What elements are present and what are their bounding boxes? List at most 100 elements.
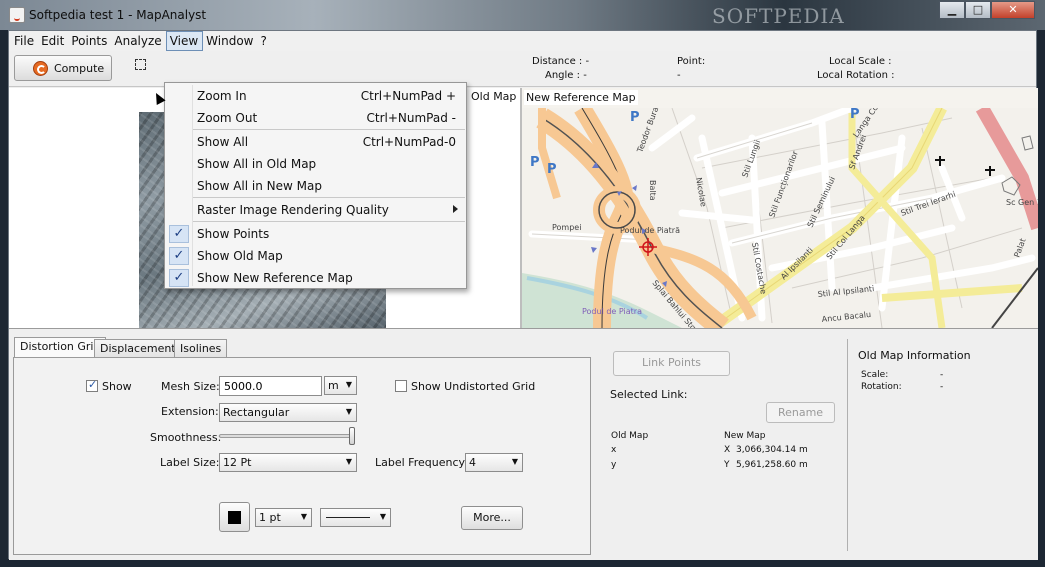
compute-icon	[33, 60, 48, 76]
bottom-panel: Distortion Grid Displacements Isolines S…	[9, 328, 1038, 560]
svg-text:P: P	[547, 162, 557, 177]
old-y-label: y	[611, 460, 617, 470]
label-size-select[interactable]: 12 Pt ▼	[219, 453, 357, 472]
tab-isolines[interactable]: Isolines	[174, 339, 228, 358]
menu-item-raster-quality[interactable]: Raster Image Rendering Quality	[166, 199, 465, 221]
local-scale-label: Local Scale :	[829, 56, 892, 67]
show-grid-checkbox[interactable]	[86, 378, 98, 392]
minimize-button[interactable]: ▁	[939, 1, 965, 19]
compute-label: Compute	[54, 61, 105, 75]
rotation-label: Rotation:	[861, 382, 902, 392]
more-options-button[interactable]: More...	[461, 506, 523, 530]
rotation-value: -	[940, 382, 944, 392]
grid-color-button[interactable]	[219, 502, 250, 532]
line-style-select[interactable]: ▼	[320, 508, 391, 527]
old-x-label: x	[611, 445, 617, 455]
window-controls: ▁ □ ✕	[939, 1, 1035, 19]
smoothness-label: Smoothness:	[150, 431, 222, 444]
menu-item-show-all-old-map[interactable]: Show All in Old Map	[166, 153, 465, 175]
menu-edit[interactable]: Edit	[38, 31, 68, 51]
java-app-icon	[9, 7, 25, 23]
selection-tool-icon[interactable]	[135, 59, 146, 70]
menu-view[interactable]: View	[165, 31, 204, 51]
menu-item-show-points[interactable]: ✓ Show Points	[166, 223, 465, 245]
link-new-map-label: New Map	[724, 431, 766, 441]
distortion-grid-panel: Show Mesh Size: m▼ Show Undistorted Grid…	[13, 357, 591, 555]
svg-text:P: P	[530, 155, 540, 170]
label-school-asachi: Sc Gen 1 Gh Asachi	[1006, 198, 1038, 207]
smoothness-slider-thumb[interactable]	[349, 427, 355, 445]
show-undistorted-grid-label: Show Undistorted Grid	[411, 380, 536, 393]
menu-separator	[193, 129, 465, 130]
menu-window[interactable]: Window	[203, 31, 257, 51]
menu-separator	[193, 197, 465, 198]
scale-label: Scale:	[861, 370, 889, 380]
label-frequency-label: Label Frequency:	[375, 456, 468, 469]
tab-distortion-grid[interactable]: Distortion Grid	[14, 337, 107, 358]
point-value: -	[677, 70, 681, 81]
menu-item-show-old-map[interactable]: ✓ Show Old Map	[166, 245, 465, 267]
menu-item-zoom-out[interactable]: Zoom Out Ctrl+NumPad -	[166, 107, 465, 129]
chevron-down-icon: ▼	[345, 380, 352, 389]
new-x-value: 3,066,304.14 m	[736, 445, 808, 455]
new-y-value: 5,961,258.60 m	[736, 460, 808, 470]
chevron-down-icon: ▼	[345, 407, 352, 416]
title-bar[interactable]: Softpedia test 1 - MapAnalyst SOFTPEDIA …	[0, 0, 1045, 30]
street-label-balta: Balta	[648, 180, 657, 201]
new-reference-map-label: New Reference Map	[524, 90, 638, 105]
app-client-area: File Edit Points Analyze View Window ? C…	[8, 30, 1038, 560]
label-frequency-select[interactable]: 4 ▼	[465, 453, 523, 472]
maximize-button[interactable]: □	[965, 1, 991, 19]
show-grid-label: Show	[102, 380, 132, 393]
menu-points[interactable]: Points	[68, 31, 111, 51]
menu-item-zoom-in[interactable]: Zoom In Ctrl+NumPad +	[166, 85, 465, 107]
menu-separator	[193, 221, 465, 222]
new-reference-map-viewer[interactable]: PPPP Pompei Podul de Piatră Podul de Pia…	[522, 88, 1038, 328]
svg-text:P: P	[630, 110, 640, 125]
checkmark-icon: ✓	[169, 225, 189, 243]
line-style-sample	[326, 517, 370, 518]
menu-bar: File Edit Points Analyze View Window ?	[9, 31, 1036, 51]
smoothness-slider[interactable]	[219, 434, 355, 438]
scale-value: -	[940, 370, 944, 380]
angle-label: Angle : -	[545, 70, 587, 81]
checkmark-icon: ✓	[169, 269, 189, 287]
menu-file[interactable]: File	[11, 31, 38, 51]
link-old-map-label: Old Map	[611, 431, 649, 441]
close-button[interactable]: ✕	[991, 1, 1035, 19]
svg-text:P: P	[850, 108, 860, 122]
label-size-label: Label Size:	[160, 456, 220, 469]
link-points-button[interactable]: Link Points	[613, 351, 730, 376]
submenu-arrow-icon	[453, 205, 458, 213]
softpedia-watermark: SOFTPEDIA	[712, 4, 845, 28]
view-dropdown-menu: Zoom In Ctrl+NumPad + Zoom Out Ctrl+NumPad…	[164, 82, 467, 289]
distance-label: Distance : -	[532, 56, 590, 67]
local-rotation-label: Local Rotation :	[817, 70, 895, 81]
menu-item-show-all-new-map[interactable]: Show All in New Map	[166, 175, 465, 197]
extension-select[interactable]: Rectangular ▼	[219, 403, 357, 422]
selected-link-label: Selected Link:	[610, 388, 688, 401]
menu-item-show-new-reference-map[interactable]: ✓ Show New Reference Map	[166, 267, 465, 289]
menu-help[interactable]: ?	[258, 31, 271, 51]
mesh-size-label: Mesh Size:	[161, 380, 220, 393]
show-undistorted-grid-checkbox[interactable]	[395, 380, 407, 392]
street-label-pompei: Pompei	[552, 223, 581, 232]
extension-label: Extension:	[161, 405, 219, 418]
street-label-podul-de-piatra-a: Podul de Piatră	[620, 226, 680, 235]
street-map[interactable]: P PP P Pompei Podul de Piatră Podul de Pia…	[522, 108, 1038, 328]
rename-button[interactable]: Rename	[766, 402, 835, 423]
old-map-info-title: Old Map Information	[858, 349, 971, 362]
menu-item-show-all[interactable]: Show All Ctrl+NumPad-0	[166, 131, 465, 153]
mesh-size-input[interactable]	[219, 376, 322, 396]
menu-analyze[interactable]: Analyze	[111, 31, 165, 51]
color-swatch	[228, 511, 241, 524]
chevron-down-icon: ▼	[300, 512, 307, 521]
compute-button[interactable]: Compute	[14, 55, 112, 81]
checkmark-icon: ✓	[169, 247, 189, 265]
old-map-label: Old Map	[471, 90, 517, 103]
chevron-down-icon: ▼	[379, 512, 386, 521]
line-width-select[interactable]: 1 pt ▼	[255, 508, 312, 527]
mesh-unit-select[interactable]: m ▼	[324, 376, 357, 395]
new-y-label: Y	[724, 460, 730, 470]
new-x-label: X	[724, 445, 731, 455]
